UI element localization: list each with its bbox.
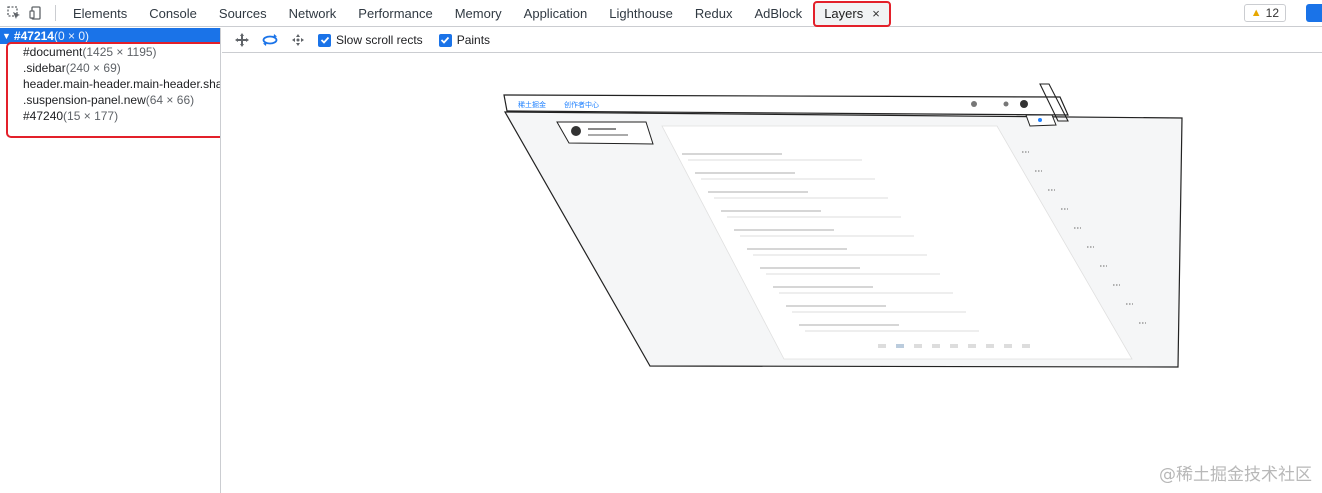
header-avatar-icon [1020,100,1028,108]
page-dot [932,344,940,348]
warnings-badge[interactable]: ▲ 12 [1243,4,1286,22]
layers-toolbar: Slow scroll rects Paints [222,28,1322,53]
page-dot [986,344,994,348]
layer-size: (64 × 66) [145,93,195,107]
layer-size: (0 × 0) [53,29,89,43]
layer-name: #document [23,45,83,59]
slow-scroll-rects-label: Slow scroll rects [336,33,423,47]
warnings-count: 12 [1265,6,1279,20]
layer-tree-root[interactable]: ▼ #47214 (0 × 0) [0,28,220,44]
tab-adblock[interactable]: AdBlock [743,0,813,27]
expand-arrow-icon[interactable]: ▼ [2,31,11,41]
checkbox-checked-icon[interactable] [438,33,452,47]
tab-network[interactable]: Network [278,0,348,27]
header-icon [971,101,977,107]
layer-tree-item[interactable]: .sidebar (240 × 69) [0,60,220,76]
inspect-element-icon[interactable] [3,0,25,27]
tab-application[interactable]: Application [513,0,599,27]
layer-size: (240 × 69) [65,61,121,75]
suspension-icon [1038,118,1042,122]
slow-scroll-rects-checkbox[interactable]: Slow scroll rects [318,33,423,47]
checkbox-checked-icon[interactable] [318,33,331,47]
tab-sources[interactable]: Sources [208,0,278,27]
page-dot [950,344,958,348]
layer-name: .sidebar [23,61,66,75]
close-icon[interactable]: × [872,6,880,21]
toolbar-divider [55,5,56,21]
sidebar-layer [556,121,654,145]
layers-3d-viewport[interactable]: 稀土掘金 创作者中心 @稀土掘金技术社区 [222,54,1322,493]
reset-transform-icon[interactable] [284,29,312,51]
rotate-mode-icon[interactable] [256,29,284,51]
layer-tree-item[interactable]: #47240 (15 × 177) [0,108,220,124]
paints-label: Paints [456,33,491,47]
paints-checkbox[interactable]: Paints [438,33,491,47]
page-dot [1004,344,1012,348]
pan-mode-icon[interactable] [228,29,256,51]
pagination [878,344,1030,348]
page-dot [968,344,976,348]
panel-tabs: Elements Console Sources Network Perform… [62,0,891,27]
layer-name: #47214 [13,29,54,43]
devtools-tab-bar: Elements Console Sources Network Perform… [0,0,1322,27]
tab-performance[interactable]: Performance [347,0,443,27]
layer-tree-item[interactable]: header.main-header.main-header.sha [0,76,220,92]
layer-name: .suspension-panel.new [23,93,146,107]
tab-layers[interactable]: Layers × [813,0,891,27]
layers-3d-canvas[interactable]: 稀土掘金 创作者中心 [222,54,1322,493]
tab-layers-label: Layers [824,6,864,21]
tab-lighthouse[interactable]: Lighthouse [598,0,684,27]
layer-name: #47240 [23,109,64,123]
layer-tree: ▼ #47214 (0 × 0) #document (1425 × 1195) … [0,28,221,493]
page-dot [878,344,886,348]
header-sub-text: 创作者中心 [564,100,599,109]
layer-tree-item[interactable]: #document (1425 × 1195) [0,44,220,60]
layer-name: header.main-header.main-header.sha [23,77,221,91]
page-dot [896,344,904,348]
page-dot [914,344,922,348]
layer-tree-item[interactable]: .suspension-panel.new (64 × 66) [0,92,220,108]
tab-console[interactable]: Console [138,0,208,27]
header-logo-text: 稀土掘金 [518,100,546,109]
page-dot [1022,344,1030,348]
device-toolbar-icon[interactable] [25,0,47,27]
header-icon [1003,101,1009,107]
sidebar-avatar-icon [571,126,581,136]
watermark-text: @稀土掘金技术社区 [1159,465,1312,485]
layer-size: (1425 × 1195) [82,45,157,59]
messages-icon[interactable] [1306,4,1322,22]
tab-redux[interactable]: Redux [684,0,744,27]
sidebar-text [588,128,616,130]
warning-triangle-icon: ▲ [1250,7,1262,19]
layer-size: (15 × 177) [63,109,119,123]
sidebar-text [588,134,628,136]
tab-elements[interactable]: Elements [62,0,138,27]
tab-memory[interactable]: Memory [444,0,513,27]
